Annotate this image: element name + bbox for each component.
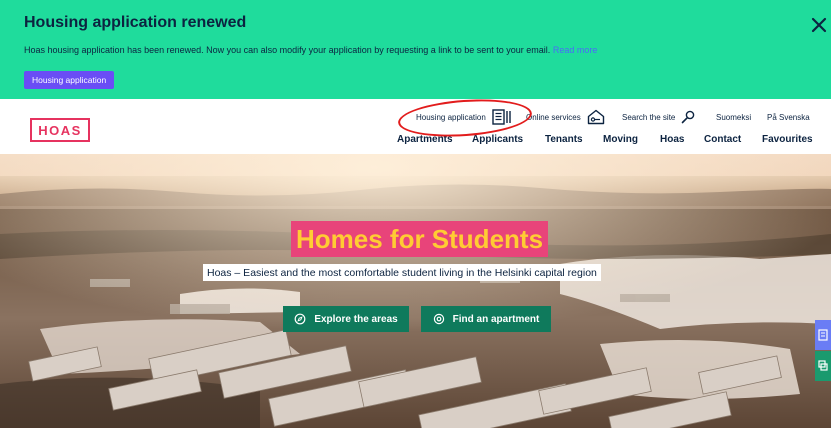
target-icon: [433, 313, 444, 325]
hero-aerial-photo: [0, 154, 831, 428]
find-apartment-label: Find an apartment: [452, 313, 540, 325]
house-key-icon: [587, 109, 604, 125]
compass-icon: [294, 313, 306, 325]
nav-tenants[interactable]: Tenants: [545, 134, 583, 145]
search-label: Search the site: [622, 112, 676, 122]
hero-subtitle: Hoas – Easiest and the most comfortable …: [203, 264, 601, 281]
find-apartment-button[interactable]: Find an apartment: [421, 306, 551, 332]
read-more-link[interactable]: Read more: [553, 45, 598, 55]
side-chat-tab[interactable]: [815, 351, 831, 381]
chat-icon: [818, 360, 828, 371]
explore-areas-button[interactable]: Explore the areas: [283, 306, 409, 332]
nav-hoas[interactable]: Hoas: [660, 134, 684, 145]
search-link[interactable]: Search the site: [622, 106, 695, 128]
nav-apartments[interactable]: Apartments: [397, 134, 453, 145]
hoas-logo[interactable]: HOAS: [30, 118, 90, 142]
online-services-label: Online services: [526, 112, 581, 122]
nav-contact[interactable]: Contact: [704, 134, 741, 145]
side-application-tab[interactable]: [815, 320, 831, 350]
hero-section: [0, 154, 831, 428]
notice-message: Hoas housing application has been renewe…: [24, 45, 551, 55]
nav-moving[interactable]: Moving: [603, 134, 638, 145]
notice-title: Housing application renewed: [24, 14, 247, 31]
application-form-icon: [492, 109, 511, 125]
explore-areas-label: Explore the areas: [314, 313, 398, 325]
site-header: HOAS Housing application Online services…: [0, 99, 831, 154]
housing-application-link[interactable]: Housing application: [416, 106, 512, 128]
housing-application-label: Housing application: [416, 112, 486, 122]
nav-favourites[interactable]: Favourites: [762, 134, 813, 145]
hero-title: Homes for Students: [291, 221, 549, 257]
notice-banner: Housing application renewed Hoas housing…: [0, 0, 831, 99]
nav-applicants[interactable]: Applicants: [472, 134, 523, 145]
online-services-link[interactable]: Online services: [526, 106, 605, 128]
search-icon: [682, 110, 695, 124]
notice-housing-application-button[interactable]: Housing application: [24, 71, 115, 89]
notice-text: Hoas housing application has been renewe…: [24, 45, 597, 55]
language-finnish[interactable]: Suomeksi: [716, 106, 751, 128]
close-icon[interactable]: [810, 16, 828, 34]
language-swedish[interactable]: På Svenska: [767, 106, 810, 128]
application-form-icon: [818, 329, 828, 341]
